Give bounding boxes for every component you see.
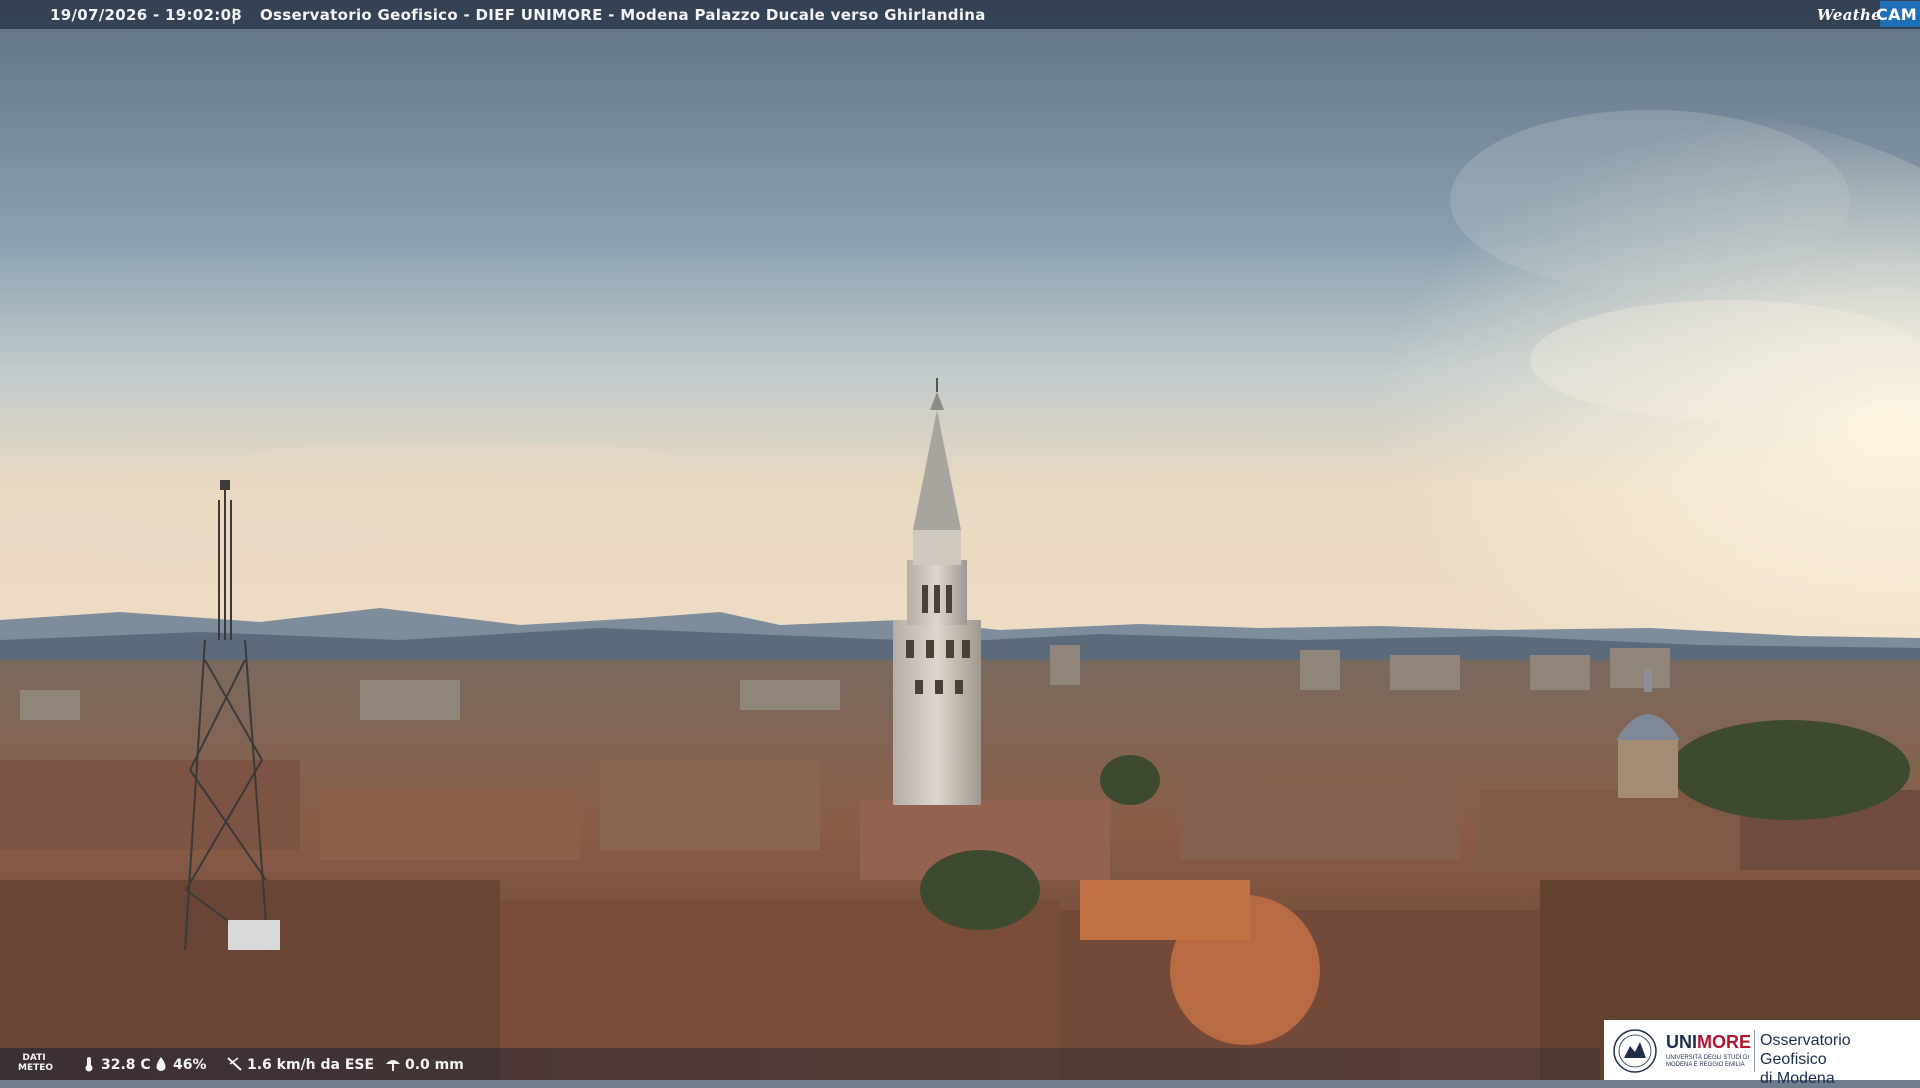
observatory-name-line1: Osservatorio Geofisico <box>1760 1032 1851 1068</box>
humidity-value: 46% <box>173 1057 207 1073</box>
antenna-top <box>220 480 230 490</box>
unimore-subtitle: UNIVERSITÀ DEGLI STUDI DI MODENA E REGGI… <box>1666 1055 1750 1068</box>
unimore-wordmark: UNIMORE <box>1666 1032 1751 1053</box>
thermometer-icon <box>85 1057 93 1072</box>
wind-value: 1.6 km/h da ESE <box>247 1057 375 1073</box>
timestamp: 19/07/2026 - 19:02:08 <box>50 6 243 24</box>
unimore-more: MORE <box>1697 1032 1751 1052</box>
webcam-image <box>0 0 1920 1080</box>
rain-readout: 0.0 mm <box>384 1056 464 1073</box>
wind-icon <box>227 1057 242 1071</box>
antenna-equipment <box>228 920 280 950</box>
observatory-logo: UNIMORE UNIVERSITÀ DEGLI STUDI DI MODENA… <box>1604 1020 1920 1087</box>
weathercam-logo: Weather CAM <box>1817 1 1920 27</box>
unimore-uni: UNI <box>1666 1032 1697 1052</box>
camera-title: Osservatorio Geofisico - DIEF UNIMORE - … <box>260 6 986 24</box>
temperature-readout: 32.8 C <box>80 1056 151 1073</box>
observatory-name-line2: di Modena <box>1760 1070 1835 1087</box>
rain-gauge-icon <box>386 1060 400 1071</box>
title-separator: | <box>231 6 237 24</box>
humidity-readout: 46% <box>152 1056 207 1073</box>
observatory-name: Osservatorio Geofisico di Modena <box>1760 1031 1920 1088</box>
weathercam-logo-cam: CAM <box>1876 5 1917 24</box>
temperature-value: 32.8 C <box>101 1057 151 1073</box>
top-info-bar: 19/07/2026 - 19:02:08 | Osservatorio Geo… <box>0 0 1920 29</box>
unimore-seal-icon <box>1613 1029 1657 1073</box>
rain-value: 0.0 mm <box>405 1057 464 1073</box>
humidity-icon <box>156 1057 166 1071</box>
weather-data-bar: DATI METEO 32.8 C 46% 1.6 km/h da ESE 0.… <box>0 1048 1600 1080</box>
weather-data-label: DATI METEO <box>18 1053 54 1073</box>
logo-divider <box>1754 1030 1755 1072</box>
wind-readout: 1.6 km/h da ESE <box>226 1056 374 1073</box>
